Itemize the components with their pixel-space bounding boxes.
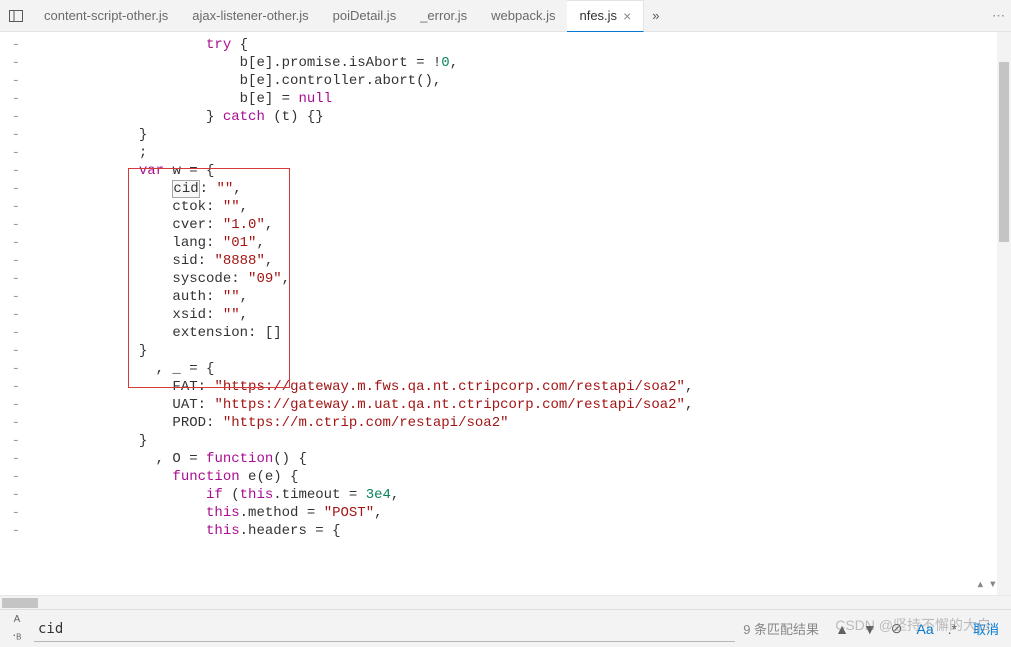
match-case-toggle[interactable]: Aa [917, 621, 934, 637]
code-line[interactable]: b[e].promise.isAbort = !0, [38, 54, 693, 72]
tab-_error-js[interactable]: _error.js [408, 0, 479, 32]
tab-nfes-js[interactable]: nfes.js × [567, 0, 644, 32]
tab-label: nfes.js [579, 8, 617, 23]
code-line[interactable]: } [38, 342, 693, 360]
code-line[interactable]: cver: "1.0", [38, 216, 693, 234]
code-line[interactable]: extension: [] [38, 324, 693, 342]
code-line[interactable]: syscode: "09", [38, 270, 693, 288]
vertical-scrollbar-thumb[interactable] [999, 62, 1009, 242]
code-line[interactable]: auth: "", [38, 288, 693, 306]
cancel-filter-icon[interactable]: ⊘ [891, 620, 903, 637]
tab-content-script-other-js[interactable]: content-script-other.js [32, 0, 180, 32]
tab-bar: content-script-other.js ajax-listener-oth… [0, 0, 1011, 32]
code-line[interactable]: UAT: "https://gateway.m.uat.qa.nt.ctripc… [38, 396, 693, 414]
line-gutter: ---------------------------- [0, 32, 38, 595]
tabs-container: content-script-other.js ajax-listener-oth… [32, 0, 644, 32]
code-line[interactable]: this.headers = { [38, 522, 693, 540]
code-line[interactable]: , O = function() { [38, 450, 693, 468]
code-line[interactable]: try { [38, 36, 693, 54]
next-match-icon[interactable]: ▼ [863, 621, 877, 637]
settings-icon[interactable]: ⋯ [992, 8, 1005, 24]
code-line[interactable]: b[e] = null [38, 90, 693, 108]
code-line[interactable]: } [38, 432, 693, 450]
tabs-overflow-button[interactable]: » [644, 8, 667, 23]
editor-corner-icons: ▴ ▾ [976, 576, 997, 593]
code-line[interactable]: } catch (t) {} [38, 108, 693, 126]
code-line[interactable]: if (this.timeout = 3e4, [38, 486, 693, 504]
tab-poiDetail-js[interactable]: poiDetail.js [321, 0, 409, 32]
code-line[interactable]: this.method = "POST", [38, 504, 693, 522]
tab-webpack-js[interactable]: webpack.js [479, 0, 567, 32]
code-line[interactable]: var w = { [38, 162, 693, 180]
horizontal-scrollbar-thumb[interactable] [2, 598, 38, 608]
prev-match-icon[interactable]: ▲ [835, 621, 849, 637]
tab-label: ajax-listener-other.js [192, 8, 308, 23]
find-bar: A.B 9 条匹配结果 ▲ ▼ ⊘ Aa .* 取消 [0, 609, 1011, 647]
code-line[interactable]: b[e].controller.abort(), [38, 72, 693, 90]
code-line[interactable]: sid: "8888", [38, 252, 693, 270]
code-content[interactable]: try { b[e].promise.isAbort = !0, b[e].co… [38, 32, 693, 595]
code-line[interactable]: , _ = { [38, 360, 693, 378]
regex-toggle[interactable]: .* [948, 621, 957, 637]
caret-down-icon[interactable]: ▾ [989, 576, 997, 593]
tab-label: _error.js [420, 8, 467, 23]
code-line[interactable]: PROD: "https://m.ctrip.com/restapi/soa2" [38, 414, 693, 432]
vertical-scrollbar[interactable] [997, 32, 1011, 595]
find-input[interactable] [34, 616, 735, 642]
code-line[interactable]: ctok: "", [38, 198, 693, 216]
panel-toggle-icon[interactable] [0, 8, 32, 24]
find-mode-icon[interactable]: A.B [0, 615, 34, 642]
code-editor[interactable]: ---------------------------- try { b[e].… [0, 32, 1011, 595]
code-line[interactable]: lang: "01", [38, 234, 693, 252]
find-options: ▲ ▼ ⊘ Aa .* [835, 620, 957, 637]
code-line[interactable]: ; [38, 144, 693, 162]
code-line[interactable]: FAT: "https://gateway.m.fws.qa.nt.ctripc… [38, 378, 693, 396]
tab-ajax-listener-other-js[interactable]: ajax-listener-other.js [180, 0, 320, 32]
code-line[interactable]: function e(e) { [38, 468, 693, 486]
tab-label: poiDetail.js [333, 8, 397, 23]
tab-label: content-script-other.js [44, 8, 168, 23]
find-cancel-button[interactable]: 取消 [973, 619, 999, 638]
code-line[interactable]: } [38, 126, 693, 144]
tab-label: webpack.js [491, 8, 555, 23]
find-results-count: 9 条匹配结果 [743, 619, 819, 638]
code-line[interactable]: xsid: "", [38, 306, 693, 324]
horizontal-scrollbar[interactable] [0, 595, 1011, 609]
caret-up-icon[interactable]: ▴ [976, 576, 984, 593]
close-icon[interactable]: × [623, 8, 631, 24]
code-line[interactable]: cid: "", [38, 180, 693, 198]
find-input-wrap [34, 616, 735, 642]
